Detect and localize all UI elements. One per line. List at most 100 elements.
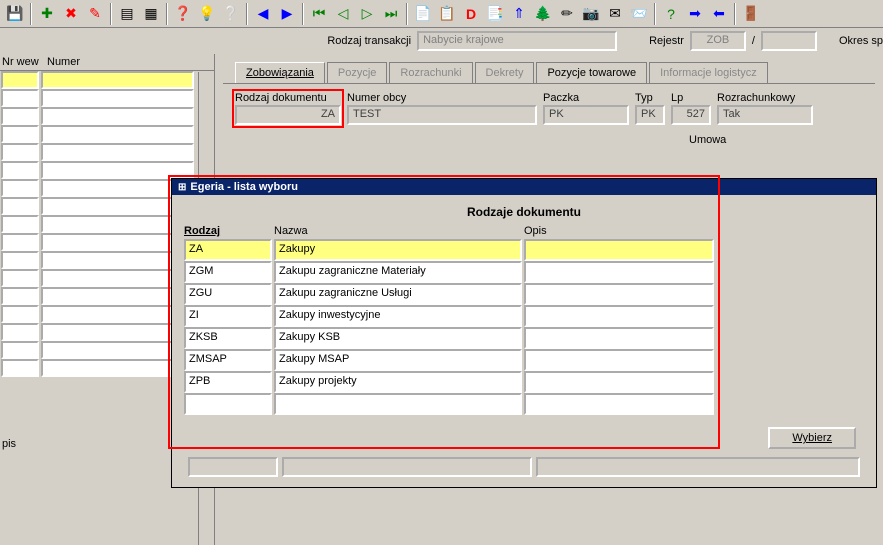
popup-row[interactable]: ZIZakupy inwestycyjne bbox=[184, 305, 864, 327]
save-icon[interactable]: 💾 bbox=[4, 3, 26, 25]
popup-header: Rodzaje dokumentu bbox=[180, 201, 868, 223]
popup-row[interactable] bbox=[184, 393, 864, 415]
nav-right-icon[interactable]: ➡ bbox=[684, 3, 706, 25]
prev-icon[interactable]: ◁ bbox=[332, 3, 354, 25]
cell-opis[interactable] bbox=[524, 349, 714, 371]
popup-row[interactable]: ZAZakupy bbox=[184, 239, 864, 261]
cell-nazwa[interactable]: Zakupy bbox=[274, 239, 522, 261]
arrow-up-icon[interactable]: ⇑ bbox=[508, 3, 530, 25]
tab-pozycje[interactable]: Pozycje bbox=[327, 62, 388, 83]
rodzaj-transakcji-field[interactable]: Nabycie krajowe bbox=[417, 31, 617, 51]
numer-obcy-field[interactable]: TEST bbox=[347, 105, 537, 125]
pencil-icon[interactable]: ✏ bbox=[556, 3, 578, 25]
popup-title: Egeria - lista wyboru bbox=[172, 179, 876, 195]
nav-left-icon[interactable]: ⬅ bbox=[708, 3, 730, 25]
col-nazwa: Nazwa bbox=[274, 225, 524, 237]
rozrachunkowy-field[interactable]: Tak bbox=[717, 105, 813, 125]
col-rodzaj[interactable]: Rodzaj bbox=[184, 225, 274, 237]
question-icon[interactable]: ? bbox=[660, 3, 682, 25]
cell-nazwa[interactable]: Zakupy KSB bbox=[274, 327, 522, 349]
tab-informacje[interactable]: Informacje logistycz bbox=[649, 62, 768, 83]
add-icon[interactable]: ✚ bbox=[36, 3, 58, 25]
cell-rodzaj[interactable]: ZI bbox=[184, 305, 272, 327]
cell-opis[interactable] bbox=[524, 393, 714, 415]
popup-status-bar bbox=[180, 453, 868, 481]
d-icon[interactable]: D bbox=[460, 3, 482, 25]
help-icon[interactable]: ❓ bbox=[172, 3, 194, 25]
cell-nazwa[interactable]: Zakupy MSAP bbox=[274, 349, 522, 371]
cell-nazwa[interactable]: Zakupy projekty bbox=[274, 371, 522, 393]
tab-pozycje-towarowe[interactable]: Pozycje towarowe bbox=[536, 62, 647, 83]
wybierz-button[interactable]: Wybierz bbox=[768, 427, 856, 449]
cell-rodzaj[interactable]: ZPB bbox=[184, 371, 272, 393]
doc3-icon[interactable]: 📑 bbox=[484, 3, 506, 25]
cell-rodzaj[interactable]: ZGM bbox=[184, 261, 272, 283]
left-grid-header: Nr wew Numer bbox=[0, 54, 214, 71]
cell-nazwa[interactable]: Zakupu zagraniczne Materiały bbox=[274, 261, 522, 283]
cell-opis[interactable] bbox=[524, 261, 714, 283]
tab-dekrety[interactable]: Dekrety bbox=[475, 62, 535, 83]
tab-rozrachunki[interactable]: Rozrachunki bbox=[389, 62, 472, 83]
cell-opis[interactable] bbox=[524, 327, 714, 349]
delete-icon[interactable]: ✖ bbox=[60, 3, 82, 25]
lp-label: Lp bbox=[671, 92, 711, 104]
cell-nazwa[interactable]: Zakupy inwestycyjne bbox=[274, 305, 522, 327]
grid2-icon[interactable]: ▦ bbox=[140, 3, 162, 25]
clear-icon[interactable]: ✎ bbox=[84, 3, 106, 25]
doc1-icon[interactable]: 📄 bbox=[412, 3, 434, 25]
col-opis: Opis bbox=[524, 225, 864, 237]
typ-field[interactable]: PK bbox=[635, 105, 665, 125]
umowa-label: Umowa bbox=[689, 134, 726, 146]
rodzaj-dokumentu-field[interactable]: ZA bbox=[235, 105, 341, 125]
first-icon[interactable]: ⏮ bbox=[308, 3, 330, 25]
left-cell-nr[interactable] bbox=[1, 71, 39, 89]
cell-opis[interactable] bbox=[524, 371, 714, 393]
rejestr-label: Rejestr bbox=[649, 35, 684, 47]
tree-icon[interactable]: 🌲 bbox=[532, 3, 554, 25]
lp-field[interactable]: 527 bbox=[671, 105, 711, 125]
exit-icon[interactable]: 🚪 bbox=[740, 3, 762, 25]
paczka-label: Paczka bbox=[543, 92, 629, 104]
cell-nazwa[interactable] bbox=[274, 393, 522, 415]
grid1-icon[interactable]: ▤ bbox=[116, 3, 138, 25]
doc2-icon[interactable]: 📋 bbox=[436, 3, 458, 25]
mail-icon[interactable]: ✉ bbox=[604, 3, 626, 25]
cell-opis[interactable] bbox=[524, 239, 714, 261]
rejestr2-field[interactable] bbox=[761, 31, 817, 51]
popup-columns: Rodzaj Nazwa Opis bbox=[180, 223, 868, 239]
numer-obcy-label: Numer obcy bbox=[347, 92, 537, 104]
cell-opis[interactable] bbox=[524, 305, 714, 327]
popup-row[interactable]: ZKSBZakupy KSB bbox=[184, 327, 864, 349]
nrwew-header: Nr wew bbox=[2, 56, 47, 68]
envelope-icon[interactable]: 📨 bbox=[628, 3, 650, 25]
right-arrow-icon[interactable]: ▶ bbox=[276, 3, 298, 25]
cell-rodzaj[interactable] bbox=[184, 393, 272, 415]
camera-icon[interactable]: 📷 bbox=[580, 3, 602, 25]
tab-zobowiazania[interactable]: Zobowiązania bbox=[235, 62, 325, 83]
cell-opis[interactable] bbox=[524, 283, 714, 305]
left-arrow-icon[interactable]: ◀ bbox=[252, 3, 274, 25]
rozrachunkowy-label: Rozrachunkowy bbox=[717, 92, 813, 104]
cell-nazwa[interactable]: Zakupu zagraniczne Usługi bbox=[274, 283, 522, 305]
popup-row[interactable]: ZPBZakupy projekty bbox=[184, 371, 864, 393]
selection-popup: Egeria - lista wyboru Rodzaje dokumentu … bbox=[171, 178, 877, 488]
slash-label: / bbox=[752, 35, 755, 47]
cell-rodzaj[interactable]: ZA bbox=[184, 239, 272, 261]
cell-rodzaj[interactable]: ZKSB bbox=[184, 327, 272, 349]
last-icon[interactable]: ⏭ bbox=[380, 3, 402, 25]
popup-row[interactable]: ZGMZakupu zagraniczne Materiały bbox=[184, 261, 864, 283]
okres-label: Okres sp bbox=[839, 35, 883, 47]
refresh-icon[interactable]: ❔ bbox=[220, 3, 242, 25]
popup-row[interactable]: ZGUZakupu zagraniczne Usługi bbox=[184, 283, 864, 305]
cell-rodzaj[interactable]: ZMSAP bbox=[184, 349, 272, 371]
paczka-field[interactable]: PK bbox=[543, 105, 629, 125]
tabs: Zobowiązania Pozycje Rozrachunki Dekrety… bbox=[215, 54, 883, 83]
left-cell-num[interactable] bbox=[41, 71, 194, 89]
rejestr-field[interactable]: ZOB bbox=[690, 31, 746, 51]
popup-row[interactable]: ZMSAPZakupy MSAP bbox=[184, 349, 864, 371]
tip-icon[interactable]: 💡 bbox=[196, 3, 218, 25]
numer-header: Numer bbox=[47, 56, 80, 68]
play-icon[interactable]: ▷ bbox=[356, 3, 378, 25]
typ-label: Typ bbox=[635, 92, 665, 104]
cell-rodzaj[interactable]: ZGU bbox=[184, 283, 272, 305]
